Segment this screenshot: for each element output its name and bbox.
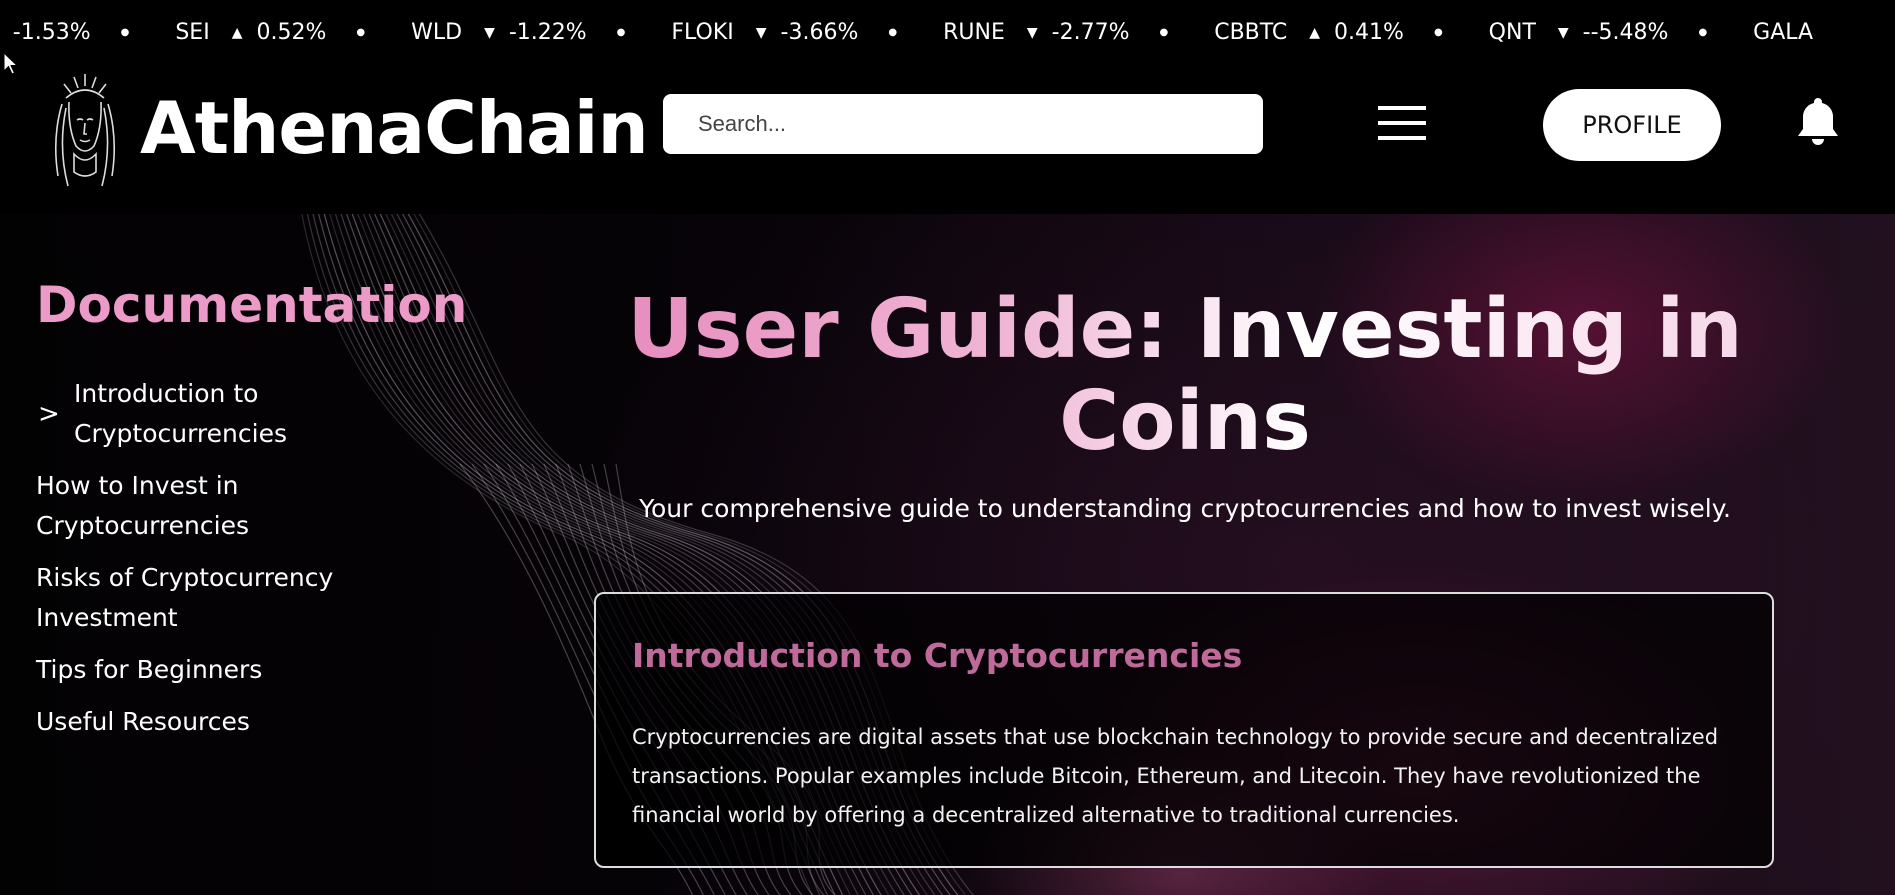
sidebar-item-label: Tips for Beginners bbox=[36, 655, 263, 684]
ticker-item: GALA bbox=[1753, 20, 1835, 45]
arrow-up-icon: ▲ bbox=[231, 24, 243, 41]
ticker-item: ▼-1.53%● bbox=[0, 20, 175, 45]
athena-logo-icon[interactable] bbox=[44, 68, 126, 196]
sidebar-item-how-to-invest-in-cryptocurrencies[interactable]: How to Invest in Cryptocurrencies bbox=[36, 466, 456, 546]
bell-icon[interactable] bbox=[1796, 96, 1840, 146]
ticker-separator-dot: ● bbox=[1698, 27, 1708, 38]
arrow-up-icon: ▲ bbox=[1309, 24, 1321, 41]
sidebar-item-label: Introduction to Cryptocurrencies bbox=[74, 379, 287, 448]
ticker-separator-dot: ● bbox=[1433, 27, 1443, 38]
ticker-item: WLD ▼ -1.22% ● bbox=[411, 20, 671, 45]
ticker-item: SEI ▲ 0.52% ● bbox=[175, 20, 411, 45]
sidebar-item-label: How to Invest in Cryptocurrencies bbox=[36, 471, 249, 540]
search-input[interactable] bbox=[663, 94, 1263, 154]
ticker-change: --5.48% bbox=[1582, 20, 1669, 45]
ticker-separator-dot: ● bbox=[1159, 27, 1169, 38]
section-card: Introduction to Cryptocurrencies Cryptoc… bbox=[594, 592, 1774, 868]
sidebar-item-tips-for-beginners[interactable]: Tips for Beginners bbox=[36, 650, 456, 690]
brand-name[interactable]: AthenaChain bbox=[140, 86, 649, 170]
ticker-symbol: WLD bbox=[411, 20, 463, 45]
ticker-symbol: RUNE bbox=[943, 20, 1005, 45]
site-header: AthenaChain PROFILE bbox=[0, 56, 1895, 214]
ticker-change: -1.22% bbox=[508, 20, 587, 45]
arrow-down-icon: ▼ bbox=[484, 24, 495, 41]
ticker-item: FLOKI ▼ -3.66% ● bbox=[671, 20, 943, 45]
mouse-pointer-icon bbox=[3, 52, 19, 75]
sidebar-item-introduction-to-cryptocurrencies[interactable]: > Introduction to Cryptocurrencies bbox=[36, 374, 456, 454]
ticker-change: -3.66% bbox=[780, 20, 859, 45]
page-title: User Guide: Investing in Coins bbox=[600, 284, 1770, 468]
arrow-down-icon: ▼ bbox=[755, 24, 767, 41]
ticker-track: ▼ -1.53% ● SEI ▲ 0.52% ● WLD ▼ -1.22% ● FLOKI ▼ -3.66… bbox=[0, 20, 1835, 45]
arrow-down-icon: ▼ bbox=[1557, 24, 1569, 41]
documentation-nav: > Introduction to Cryptocurrencies How to … bbox=[36, 374, 456, 754]
ticker-symbol: SEI bbox=[175, 20, 210, 45]
ticker-change: -1.53% bbox=[12, 20, 91, 45]
hamburger-menu-icon[interactable] bbox=[1378, 106, 1426, 142]
ticker-change: -2.77% bbox=[1051, 20, 1130, 45]
profile-button[interactable]: PROFILE bbox=[1543, 89, 1721, 161]
sidebar-item-risks-of-cryptocurrency-investment[interactable]: Risks of Cryptocurrency Investment bbox=[36, 558, 456, 638]
ticker-symbol: FLOKI bbox=[671, 20, 734, 45]
sidebar-item-useful-resources[interactable]: Useful Resources bbox=[36, 702, 456, 742]
ticker-item: RUNE ▼ -2.77% ● bbox=[943, 20, 1214, 45]
ticker-item: QNT ▼ --5.48% ● bbox=[1489, 20, 1754, 45]
ticker-change: 0.52% bbox=[256, 20, 327, 45]
section-title: Introduction to Cryptocurrencies bbox=[632, 636, 1243, 675]
documentation-heading: Documentation bbox=[36, 276, 468, 334]
ticker-item: CBBTC ▲ 0.41% ● bbox=[1214, 20, 1488, 45]
arrow-down-icon: ▼ bbox=[1026, 24, 1038, 41]
section-body: Cryptocurrencies are digital assets that… bbox=[632, 725, 1719, 827]
ticker-separator-dot: ● bbox=[356, 27, 366, 38]
ticker-change: 0.41% bbox=[1334, 20, 1404, 45]
page-subtitle: Your comprehensive guide to understandin… bbox=[639, 494, 1731, 523]
ticker-symbol: GALA bbox=[1753, 20, 1814, 45]
sidebar-item-label: Useful Resources bbox=[36, 707, 250, 736]
ticker-symbol: CBBTC bbox=[1214, 20, 1288, 45]
ticker-symbol: QNT bbox=[1488, 20, 1536, 45]
ticker-separator-dot: ● bbox=[120, 27, 130, 38]
chevron-right-icon: > bbox=[38, 399, 60, 429]
sidebar-item-label: Risks of Cryptocurrency Investment bbox=[36, 563, 334, 632]
content-area: Documentation > Introduction to Cryptocur… bbox=[0, 214, 1895, 895]
ticker-separator-dot: ● bbox=[616, 27, 626, 38]
ticker-separator-dot: ● bbox=[888, 27, 898, 38]
